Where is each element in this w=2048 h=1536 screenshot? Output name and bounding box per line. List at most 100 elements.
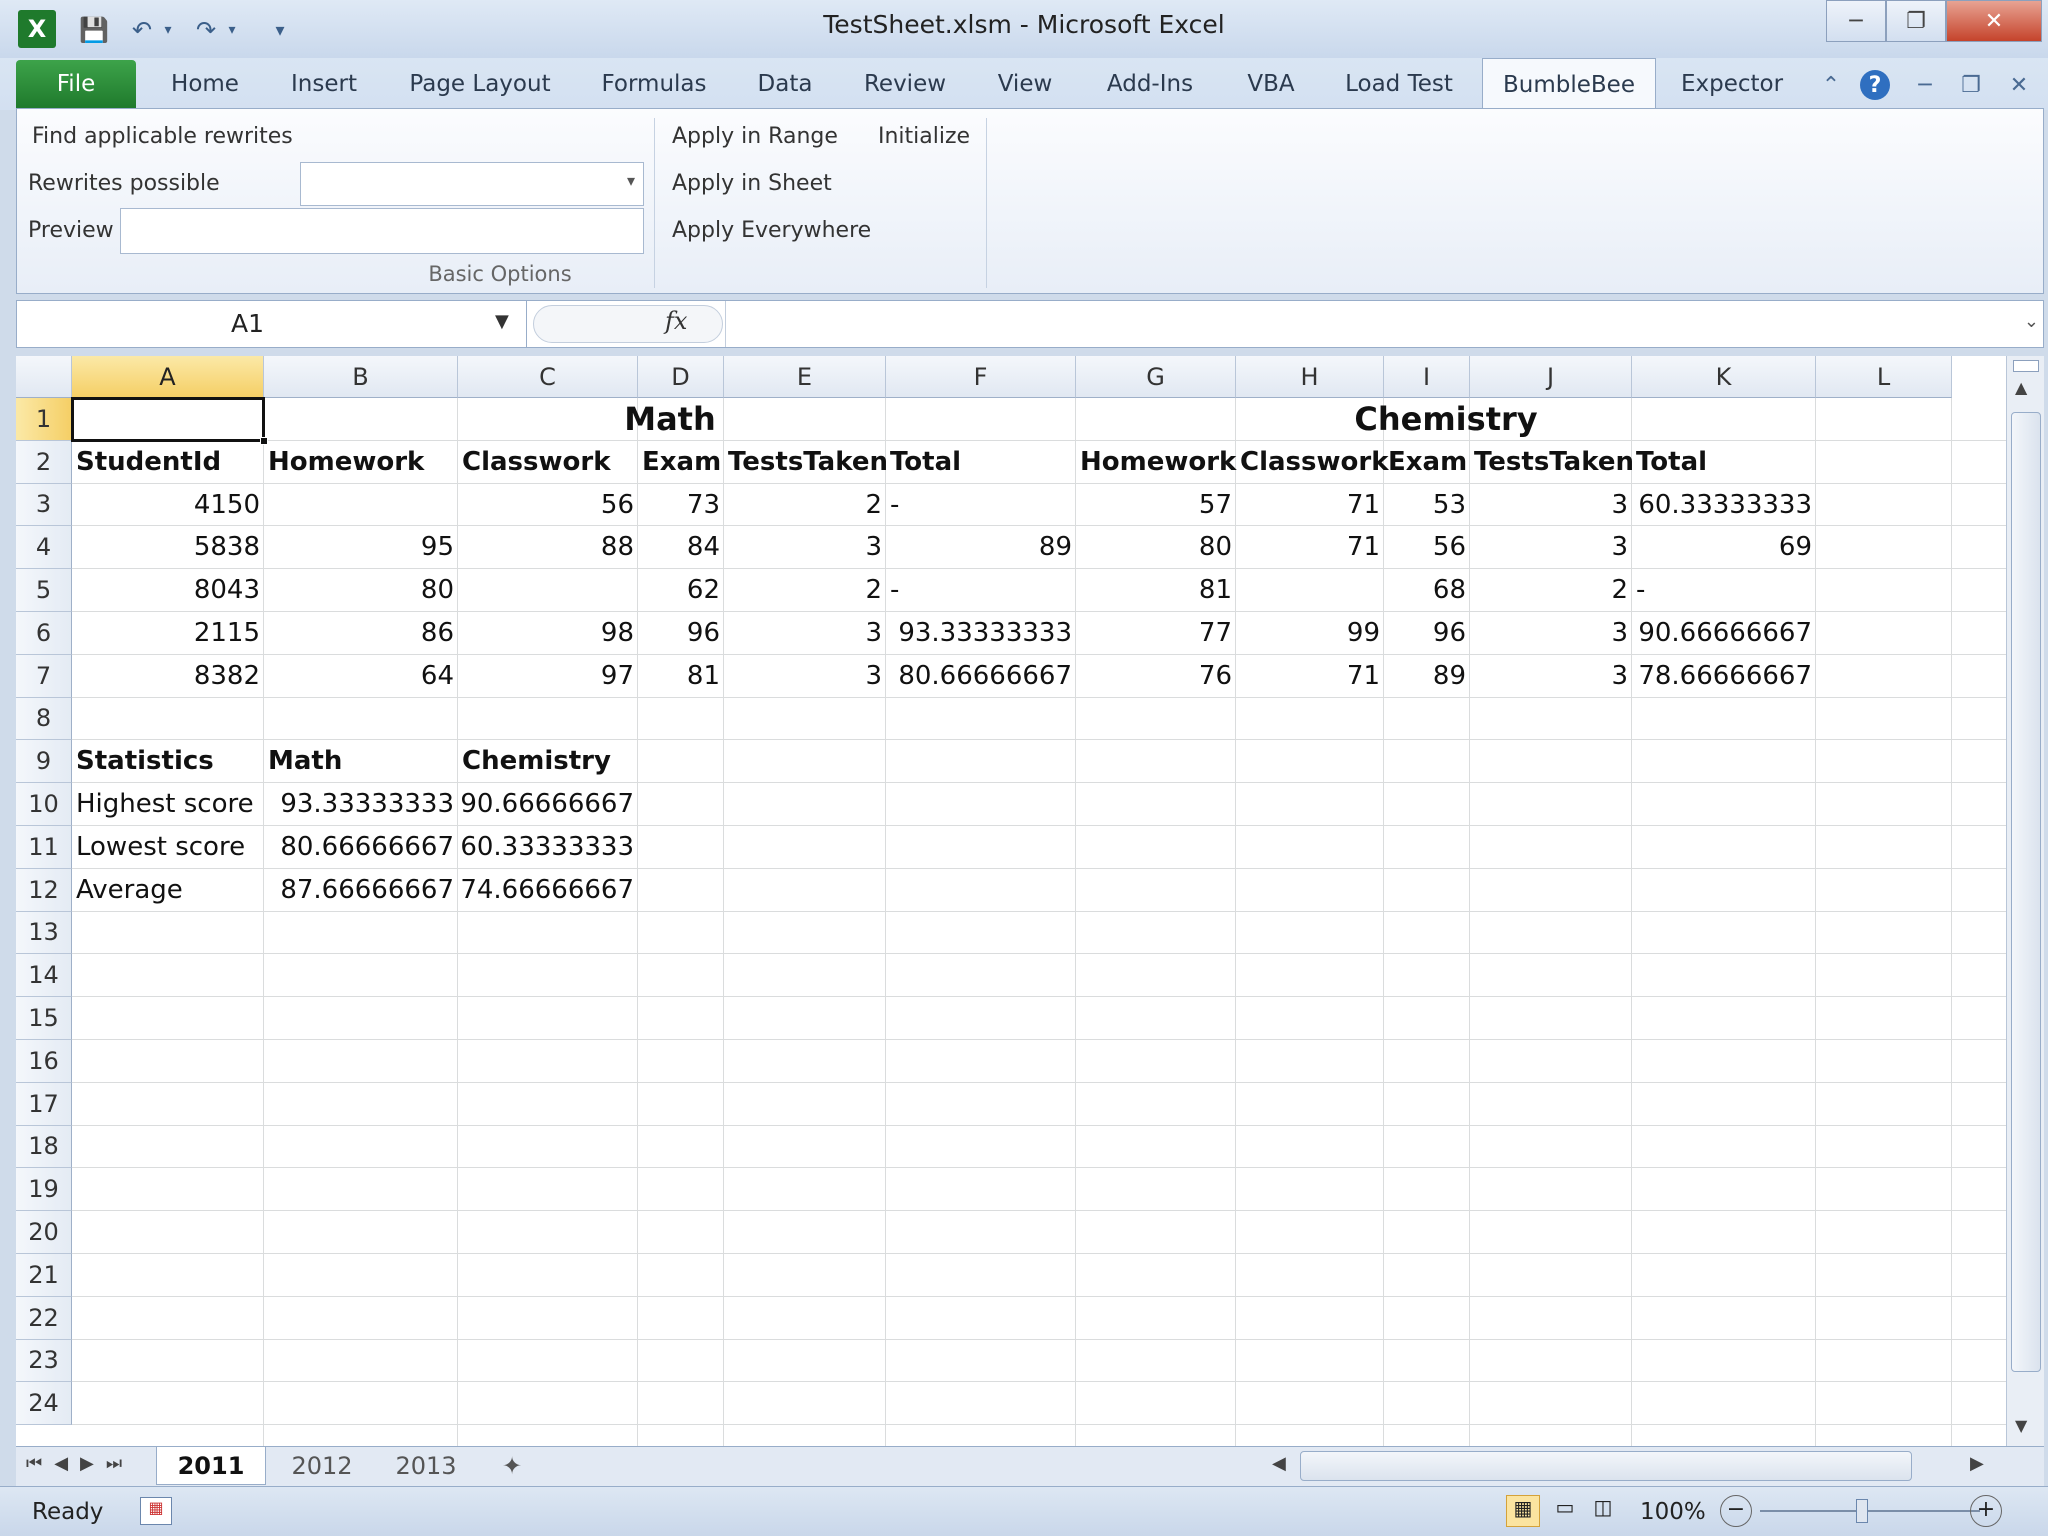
data-cell[interactable]: 84 [638,526,724,568]
data-cell[interactable]: 71 [1236,526,1384,568]
tab-vba[interactable]: VBA [1226,58,1316,110]
data-cell[interactable]: 68 [1384,569,1470,611]
macro-record-icon[interactable]: ▦ [140,1497,172,1525]
column-header[interactable]: D [638,356,724,398]
vertical-scroll-thumb[interactable] [2011,412,2041,1372]
data-cell[interactable]: 3 [724,612,886,654]
data-cell[interactable]: 80 [264,569,458,611]
data-cell[interactable]: 97 [458,655,638,697]
restore-icon[interactable]: ❐ [1886,0,1946,42]
select-all-corner[interactable] [16,356,72,398]
data-cell[interactable]: 8382 [72,655,264,697]
rewrites-possible-dropdown[interactable]: ▾ [300,162,644,206]
column-header[interactable]: A [72,356,264,398]
column-header[interactable]: B [264,356,458,398]
data-cell[interactable]: 3 [724,655,886,697]
stats-header-cell[interactable]: Statistics [72,740,264,782]
workbook-restore-icon[interactable]: ❐ [1956,70,1986,100]
column-title[interactable]: Homework [1076,441,1236,483]
data-cell[interactable]: 89 [1384,655,1470,697]
data-cell[interactable]: 3 [1470,655,1632,697]
tab-view[interactable]: View [978,58,1072,110]
data-cell[interactable]: 3 [1470,612,1632,654]
column-header[interactable]: C [458,356,638,398]
column-header[interactable]: E [724,356,886,398]
row-header[interactable]: 18 [16,1125,72,1169]
apply-in-sheet-button[interactable]: Apply in Sheet [672,171,832,196]
data-cell[interactable]: 86 [264,612,458,654]
data-cell[interactable]: 2 [1470,569,1632,611]
horizontal-scroll-thumb[interactable] [1300,1451,1912,1481]
page-break-icon[interactable]: ◫ [1586,1495,1620,1527]
zoom-in-icon[interactable]: + [1970,1495,2002,1527]
column-header[interactable]: I [1384,356,1470,398]
row-header[interactable]: 9 [16,740,72,784]
column-title[interactable]: Total [1632,441,1816,483]
stats-cell[interactable]: Highest score [72,783,264,825]
stats-cell[interactable]: 90.66666667 [458,783,638,825]
row-header[interactable]: 10 [16,783,72,826]
column-header[interactable]: F [886,356,1076,398]
data-cell[interactable]: 60.33333333 [1632,484,1816,526]
sheet-tab-2012[interactable]: 2012 [272,1447,372,1485]
scroll-left-icon[interactable]: ◀ [1272,1453,1286,1474]
row-header[interactable]: 11 [16,826,72,869]
data-cell[interactable]: 56 [1384,526,1470,568]
row-header[interactable]: 4 [16,526,72,570]
scroll-right-icon[interactable]: ▶ [1970,1453,1984,1474]
zoom-slider-thumb[interactable] [1856,1499,1868,1523]
row-header[interactable]: 7 [16,654,72,698]
data-cell[interactable]: 90.66666667 [1632,612,1816,654]
data-cell[interactable]: 56 [458,484,638,526]
stats-cell[interactable]: 60.33333333 [458,826,638,868]
split-handle[interactable] [2013,360,2039,372]
fill-handle[interactable] [260,436,268,445]
help-icon[interactable]: ? [1860,70,1890,100]
data-cell[interactable]: 2115 [72,612,264,654]
find-rewrites-button[interactable]: Find applicable rewrites [32,124,293,149]
row-header[interactable]: 21 [16,1254,72,1297]
column-title[interactable]: TestsTaken [724,441,888,483]
math-header[interactable]: Math [264,398,1076,440]
data-cell[interactable]: 98 [458,612,638,654]
data-cell[interactable]: 57 [1076,484,1236,526]
row-header[interactable]: 1 [16,398,72,441]
data-cell[interactable]: 69 [1632,526,1816,568]
normal-view-icon[interactable]: ▦ [1506,1495,1540,1527]
column-header[interactable]: G [1076,356,1236,398]
sheet-nav-icon[interactable]: ⏮◀▶⏭ [26,1453,134,1474]
data-cell[interactable] [1236,569,1384,611]
data-cell[interactable]: 81 [638,655,724,697]
data-cell[interactable]: 2 [724,569,886,611]
stats-cell[interactable]: Lowest score [72,826,264,868]
page-layout-icon[interactable]: ▭ [1548,1495,1582,1527]
data-cell[interactable]: 78.66666667 [1632,655,1816,697]
column-title[interactable]: TestsTaken [1470,441,1634,483]
tab-add-ins[interactable]: Add-Ins [1090,58,1210,110]
data-cell[interactable]: 71 [1236,484,1384,526]
tab-review[interactable]: Review [850,58,960,110]
data-cell[interactable]: 3 [1470,526,1632,568]
row-header[interactable]: 19 [16,1168,72,1212]
row-header[interactable]: 16 [16,1040,72,1083]
row-header[interactable]: 15 [16,997,72,1040]
tab-insert[interactable]: Insert [270,58,378,110]
sheet-tab-2011[interactable]: 2011 [156,1447,266,1485]
tab-file[interactable]: File [16,60,136,108]
row-header[interactable]: 6 [16,612,72,655]
close-icon[interactable]: ✕ [1946,0,2042,42]
row-header[interactable]: 3 [16,483,72,527]
stats-header-cell[interactable]: Math [264,740,458,782]
column-header[interactable]: K [1632,356,1816,398]
data-cell[interactable]: 96 [638,612,724,654]
sheet-tab-2013[interactable]: 2013 [376,1447,476,1485]
name-box[interactable]: A1 ▼ [17,301,527,347]
stats-cell[interactable]: Average [72,869,264,911]
column-header[interactable]: J [1470,356,1632,398]
worksheet-grid[interactable]: A B C D E F G H I J K L 1 2 3 4 5 6 7 8 9 10 11 12 13 14 15 16 17 18 1… [16,356,2006,1446]
zoom-out-icon[interactable]: − [1720,1495,1752,1527]
row-header[interactable]: 8 [16,697,72,741]
data-cell[interactable]: 62 [638,569,724,611]
row-header[interactable]: 22 [16,1296,72,1340]
column-title[interactable]: StudentId [72,441,264,483]
